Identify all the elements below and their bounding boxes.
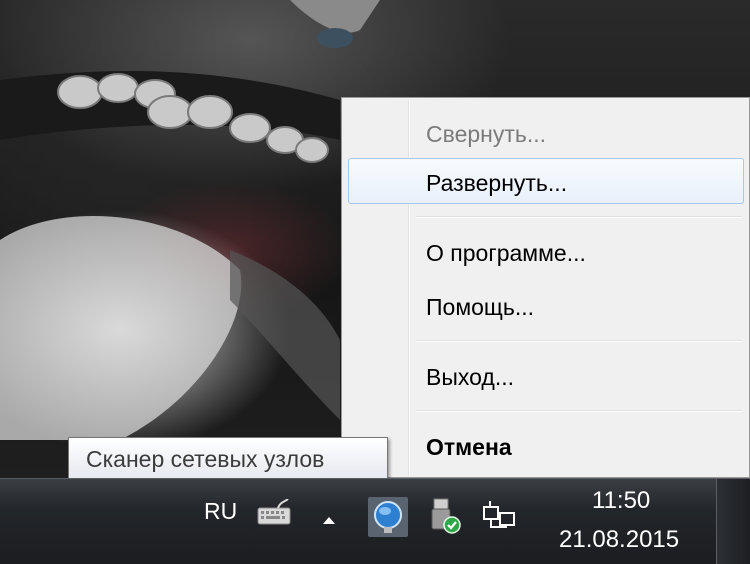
menu-separator — [416, 340, 742, 342]
menu-item-help[interactable]: Помощь... — [348, 282, 744, 328]
show-desktop-button[interactable] — [716, 479, 750, 564]
usb-safely-remove-icon[interactable] — [426, 497, 462, 537]
menu-item-about[interactable]: О программе... — [348, 228, 744, 274]
menu-separator — [416, 216, 742, 218]
network-scanner-icon[interactable] — [370, 499, 406, 535]
menu-separator — [416, 410, 742, 412]
taskbar: RU 11:50 21.08.2015 — [0, 478, 750, 564]
menu-item-minimize[interactable]: Свернуть... — [348, 109, 744, 155]
show-hidden-icons-icon[interactable] — [322, 515, 336, 525]
clock-time[interactable]: 11:50 — [592, 487, 650, 515]
language-indicator[interactable]: RU — [204, 498, 237, 525]
menu-item-restore[interactable]: Развернуть... — [348, 158, 744, 204]
tray-icon-tooltip: Сканер сетевых узлов — [68, 437, 388, 479]
menu-item-exit[interactable]: Выход... — [348, 352, 744, 398]
clock-date[interactable]: 21.08.2015 — [559, 526, 679, 554]
network-icon[interactable] — [482, 499, 518, 535]
menu-item-cancel[interactable]: Отмена — [348, 422, 744, 468]
tray-context-menu: Свернуть... Развернуть... О программе...… — [341, 97, 750, 478]
keyboard-icon[interactable] — [256, 499, 292, 527]
